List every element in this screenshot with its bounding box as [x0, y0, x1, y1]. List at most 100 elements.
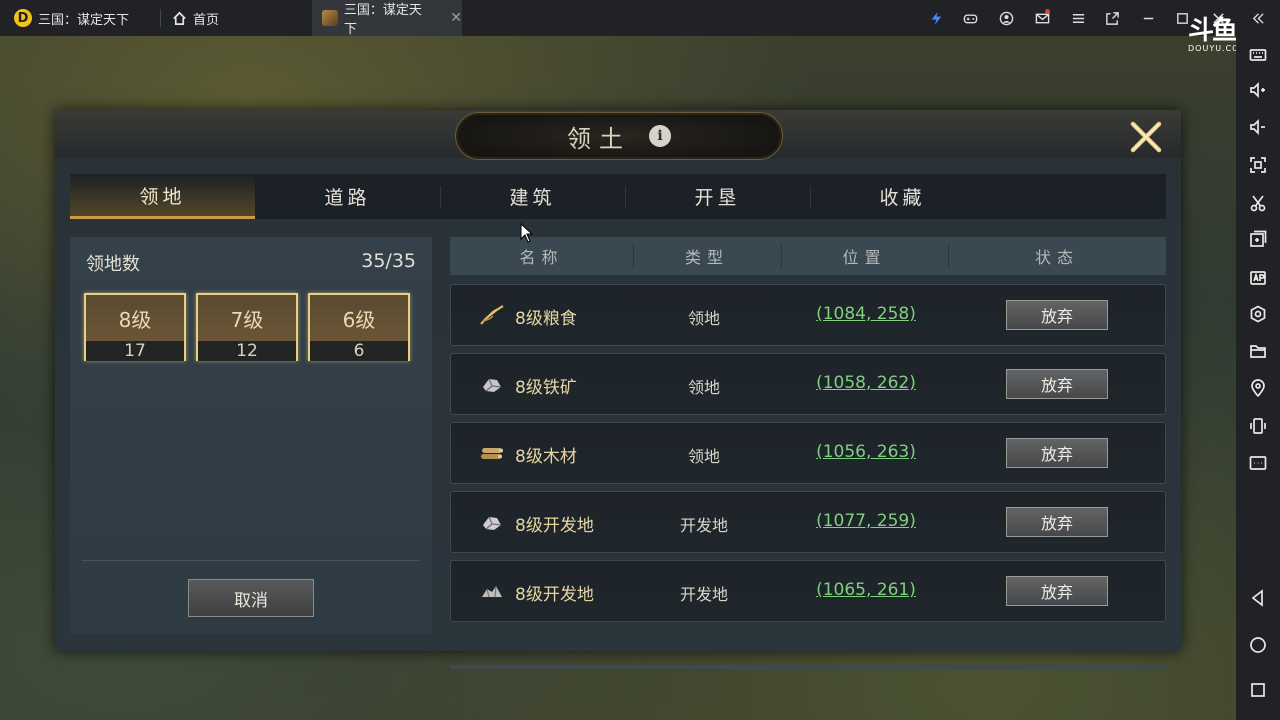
tab-label: 三国：谋定天下	[343, 3, 422, 37]
tab-roads[interactable]: 道路	[255, 174, 440, 219]
shake-icon[interactable]	[1246, 414, 1270, 438]
panel-header: 领土 i	[55, 110, 1181, 160]
mouse-cursor-icon	[520, 223, 534, 243]
map-pin-icon[interactable]	[1246, 376, 1270, 400]
level-filter-8[interactable]: 8级 17	[84, 293, 186, 361]
column-header-position: 位置	[842, 248, 887, 267]
table-row[interactable]: 8级开发地 开发地 (1065, 261) 放弃	[450, 560, 1166, 622]
game-thumb-icon	[322, 10, 338, 26]
emulator-titlebar: D 三国：谋定天下 首页 三国：谋定天下 ✕	[0, 0, 1280, 37]
development-land-icon	[482, 585, 502, 598]
territory-type: 开发地	[679, 585, 728, 604]
tab-separator	[160, 9, 161, 27]
territory-count-value: 35/35	[361, 250, 416, 272]
level-filter-7[interactable]: 7级 12	[196, 293, 298, 361]
emulator-tab-home[interactable]: 首页	[172, 0, 219, 36]
territory-count-label: 领地数	[86, 254, 140, 275]
volume-up-icon[interactable]	[1246, 78, 1270, 102]
minimize-icon[interactable]	[1136, 0, 1160, 36]
home-icon	[173, 11, 186, 25]
location-target-icon[interactable]	[1246, 302, 1270, 326]
territory-type: 领地	[687, 309, 720, 328]
table-row[interactable]: 8级木材 领地 (1056, 263) 放弃	[450, 422, 1166, 484]
add-window-icon[interactable]	[1246, 227, 1270, 251]
abandon-button[interactable]: 放弃	[1006, 438, 1108, 468]
territory-coordinates-link[interactable]: (1058, 262)	[781, 373, 951, 393]
app-logo-icon: D	[14, 9, 32, 27]
emulator-tab-game-active[interactable]: 三国：谋定天下 ✕	[312, 0, 462, 37]
volume-down-icon[interactable]	[1246, 115, 1270, 139]
table-header: 名称 类型 位置 状态	[450, 237, 1166, 275]
table-row[interactable]: 8级铁矿 领地 (1058, 262) 放弃	[450, 353, 1166, 415]
iron-ore-icon	[483, 378, 502, 392]
territory-name: 8级木材	[515, 447, 577, 467]
column-header-status: 状态	[1034, 248, 1079, 267]
back-icon[interactable]	[1246, 586, 1270, 610]
territory-name: 8级开发地	[515, 516, 594, 536]
territory-name: 8级铁矿	[515, 378, 577, 398]
territory-summary: 领地数 35/35 8级 17 7级 12 6级 6 取消	[70, 237, 432, 634]
popout-icon[interactable]	[1100, 0, 1124, 36]
wood-icon	[481, 448, 503, 459]
territory-panel: 领土 i 领地 道路 建筑 开垦 收藏 领地数 35/35 8级 17 7级 1…	[55, 110, 1181, 669]
close-tab-icon[interactable]: ✕	[450, 10, 462, 26]
territory-name: 8级粮食	[515, 309, 577, 329]
user-icon[interactable]	[994, 0, 1018, 36]
game-viewport: 领土 i 领地 道路 建筑 开垦 收藏 领地数 35/35 8级 17 7级 1…	[0, 36, 1236, 720]
level-count: 12	[198, 341, 296, 361]
level-count: 17	[86, 341, 184, 361]
mail-icon[interactable]	[1030, 0, 1054, 36]
level-count: 6	[310, 341, 408, 361]
page-title: 领土	[567, 124, 631, 153]
abandon-button[interactable]: 放弃	[1006, 507, 1108, 537]
next-row-edge	[450, 665, 1166, 669]
abandon-button[interactable]: 放弃	[1006, 369, 1108, 399]
grain-icon	[480, 305, 504, 325]
table-row[interactable]: 8级开发地 开发地 (1077, 259) 放弃	[450, 491, 1166, 553]
tab-favorites[interactable]: 收藏	[810, 174, 995, 219]
title-plate: 领土 i	[455, 112, 783, 160]
apk-install-icon[interactable]	[1246, 265, 1270, 289]
territory-coordinates-link[interactable]: (1077, 259)	[781, 511, 951, 531]
recent-apps-icon[interactable]	[1246, 678, 1270, 702]
close-icon[interactable]	[1128, 119, 1164, 155]
divider	[82, 560, 420, 561]
level-label: 6级	[310, 295, 408, 341]
tab-bar: 领地 道路 建筑 开垦 收藏	[70, 174, 1166, 219]
tab-reclaim[interactable]: 开垦	[625, 174, 810, 219]
home-circle-icon[interactable]	[1246, 633, 1270, 657]
table-row[interactable]: 8级粮食 领地 (1084, 258) 放弃	[450, 284, 1166, 346]
keyboard-icon[interactable]	[1246, 43, 1270, 67]
tab-label: 三国：谋定天下	[38, 12, 130, 28]
territory-name: 8级开发地	[515, 585, 594, 605]
folder-icon[interactable]	[1246, 339, 1270, 363]
abandon-button[interactable]: 放弃	[1006, 576, 1108, 606]
development-land-icon	[483, 516, 502, 530]
more-icon[interactable]	[1246, 451, 1270, 475]
tab-buildings[interactable]: 建筑	[440, 174, 625, 219]
screenshot-icon[interactable]	[1246, 153, 1270, 177]
level-label: 8级	[86, 295, 184, 341]
territory-coordinates-link[interactable]: (1065, 261)	[781, 580, 951, 600]
notification-dot	[1045, 9, 1050, 14]
emulator-tab-game-1[interactable]: D 三国：谋定天下	[14, 0, 129, 36]
tab-territory[interactable]: 领地	[70, 174, 255, 219]
abandon-button[interactable]: 放弃	[1006, 300, 1108, 330]
level-label: 7级	[198, 295, 296, 341]
gamepad-icon[interactable]	[958, 0, 982, 36]
territory-type: 领地	[687, 378, 720, 397]
cancel-button[interactable]: 取消	[188, 579, 314, 617]
column-header-type: 类型	[684, 248, 729, 267]
territory-coordinates-link[interactable]: (1056, 263)	[781, 442, 951, 462]
territory-coordinates-link[interactable]: (1084, 258)	[781, 304, 951, 324]
column-header-name: 名称	[519, 248, 564, 267]
tab-label: 首页	[193, 12, 220, 28]
lightning-icon[interactable]	[924, 0, 948, 36]
level-filter-6[interactable]: 6级 6	[308, 293, 410, 361]
info-icon[interactable]: i	[649, 125, 671, 147]
menu-icon[interactable]	[1066, 0, 1090, 36]
scissors-icon[interactable]	[1246, 191, 1270, 215]
emulator-sidebar	[1236, 36, 1280, 720]
territory-type: 领地	[687, 447, 720, 466]
territory-type: 开发地	[679, 516, 728, 535]
